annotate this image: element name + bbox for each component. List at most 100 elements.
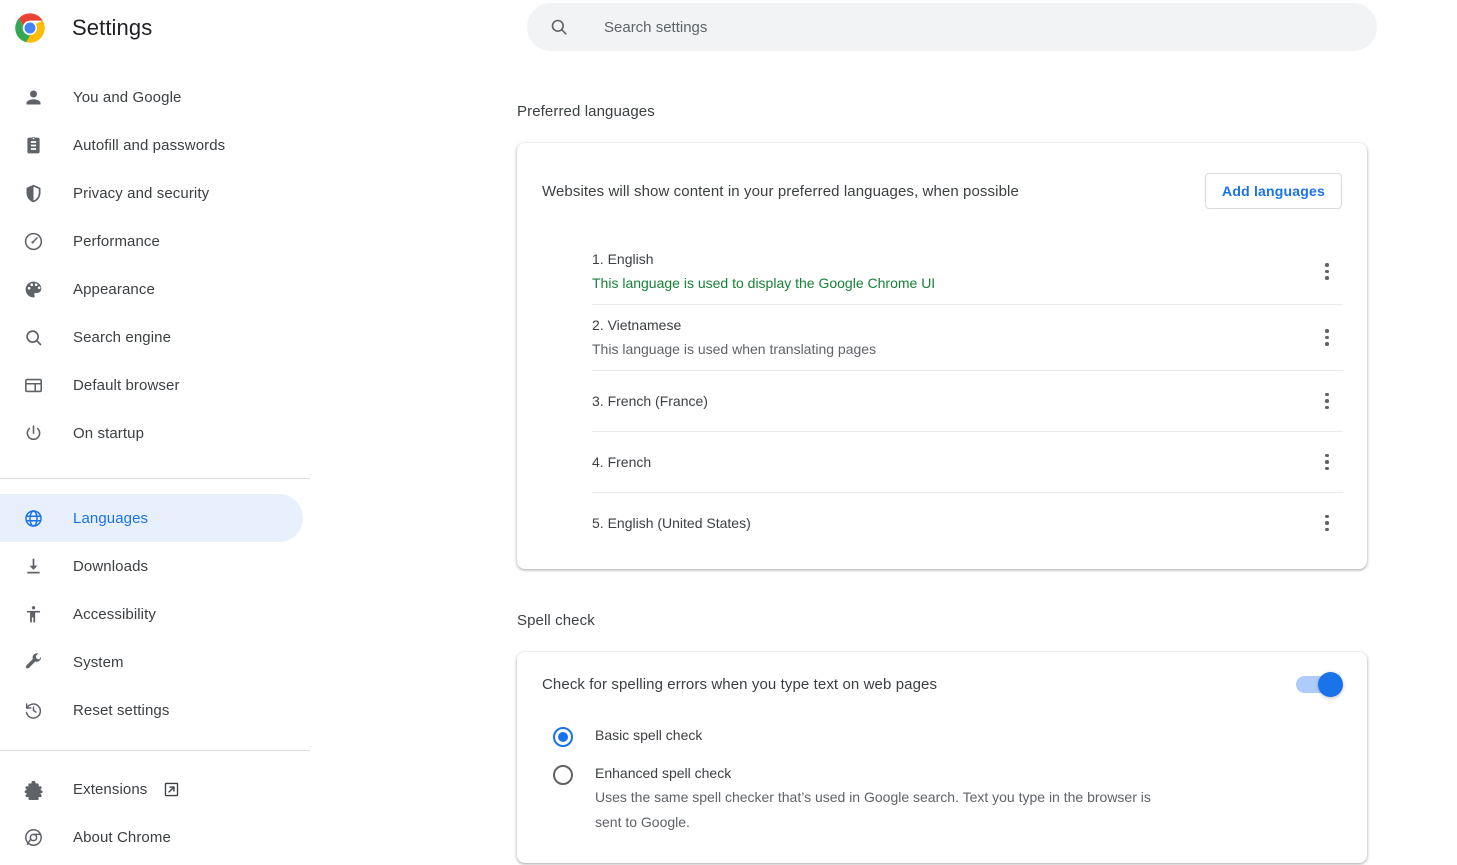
history-restore-icon	[22, 699, 44, 721]
sidebar-item-label: You and Google	[73, 88, 182, 106]
puzzle-icon	[22, 778, 44, 800]
preferred-languages-card: Websites will show content in your prefe…	[517, 143, 1367, 569]
language-row-text: 2. Vietnamese This language is used when…	[592, 305, 876, 370]
sidebar-secondary-group: Languages Downloads Accessibility System	[0, 494, 310, 734]
spell-check-option-basic[interactable]: Basic spell check	[517, 717, 1367, 755]
search-icon	[549, 17, 569, 37]
language-name: 2. Vietnamese	[592, 317, 682, 333]
language-row[interactable]: 2. Vietnamese This language is used when…	[592, 304, 1343, 370]
sidebar-item-default-browser[interactable]: Default browser	[0, 361, 310, 409]
language-name: 1. English	[592, 251, 654, 267]
sidebar-divider-1	[0, 478, 310, 479]
language-name: 4. French	[592, 454, 652, 470]
clipboard-icon	[22, 134, 44, 156]
sidebar-item-on-startup[interactable]: On startup	[0, 409, 310, 457]
spell-check-toggle[interactable]	[1296, 672, 1343, 697]
palette-icon	[22, 278, 44, 300]
sidebar-item-downloads[interactable]: Downloads	[0, 542, 310, 590]
brand-header: Settings	[0, 0, 310, 56]
option-label: Enhanced spell check	[595, 765, 732, 781]
sidebar-item-label: Extensions	[73, 780, 148, 798]
sidebar-item-label: Reset settings	[73, 701, 170, 719]
browser-window-icon	[22, 374, 44, 396]
language-row[interactable]: 5. English (United States)	[592, 492, 1343, 553]
radio-button-basic[interactable]	[553, 727, 573, 747]
sidebar-item-languages[interactable]: Languages	[0, 494, 303, 542]
search-input[interactable]	[602, 17, 1302, 37]
sidebar-item-privacy-and-security[interactable]: Privacy and security	[0, 169, 310, 217]
spell-check-toggle-row[interactable]: Check for spelling errors when you type …	[517, 652, 1367, 717]
sidebar-item-label: Search engine	[73, 328, 172, 346]
preferred-languages-description: Websites will show content in your prefe…	[542, 182, 1019, 200]
sidebar-item-reset-settings[interactable]: Reset settings	[0, 686, 310, 734]
language-row-text: 4. French	[592, 442, 651, 482]
sidebar-item-label: Default browser	[73, 376, 180, 394]
language-name: 5. English (United States)	[592, 515, 751, 531]
person-icon	[22, 86, 44, 108]
option-label: Basic spell check	[595, 727, 703, 743]
shield-icon	[22, 182, 44, 204]
spell-check-options: Basic spell check Enhanced spell check U…	[517, 717, 1367, 863]
sidebar-item-about-chrome[interactable]: About Chrome	[0, 813, 310, 861]
option-description: Uses the same spell checker that’s used …	[595, 789, 1151, 830]
sidebar-item-system[interactable]: System	[0, 638, 310, 686]
preferred-languages-heading: Preferred languages	[517, 103, 655, 120]
sidebar-item-label: Autofill and passwords	[73, 136, 226, 154]
download-icon	[22, 555, 44, 577]
sidebar-item-performance[interactable]: Performance	[0, 217, 310, 265]
more-vertical-icon[interactable]	[1311, 322, 1343, 354]
external-link-icon	[163, 781, 180, 798]
magnifier-icon	[22, 326, 44, 348]
option-body: Enhanced spell check Uses the same spell…	[595, 763, 1175, 835]
sidebar-item-search-engine[interactable]: Search engine	[0, 313, 310, 361]
sidebar-item-appearance[interactable]: Appearance	[0, 265, 310, 313]
sidebar-footer-group: Extensions About Chrome	[0, 765, 310, 861]
sidebar-item-label: System	[73, 653, 124, 671]
sidebar-item-label: Performance	[73, 232, 160, 250]
page-title: Settings	[72, 15, 153, 40]
more-vertical-icon[interactable]	[1311, 446, 1343, 478]
more-vertical-icon[interactable]	[1311, 507, 1343, 539]
spell-check-heading: Spell check	[517, 612, 595, 629]
speedometer-icon	[22, 230, 44, 252]
language-description: This language is used to display the Goo…	[592, 275, 936, 291]
language-list: 1. English This language is used to disp…	[517, 239, 1367, 569]
settings-page: Settings You and Google Autofill and pas…	[0, 0, 1457, 865]
search-settings-bar[interactable]	[527, 3, 1377, 51]
toggle-knob	[1318, 672, 1343, 697]
more-vertical-icon[interactable]	[1311, 256, 1343, 288]
chrome-outline-icon	[22, 826, 44, 848]
language-name: 3. French (France)	[592, 393, 708, 409]
spell-check-option-enhanced[interactable]: Enhanced spell check Uses the same spell…	[517, 755, 1367, 843]
language-row-text: 5. English (United States)	[592, 503, 751, 543]
power-icon	[22, 422, 44, 444]
language-row[interactable]: 1. English This language is used to disp…	[592, 239, 1343, 304]
sidebar-item-extensions[interactable]: Extensions	[0, 765, 310, 813]
spell-check-toggle-label: Check for spelling errors when you type …	[542, 676, 938, 693]
spell-check-card: Check for spelling errors when you type …	[517, 652, 1367, 863]
more-vertical-icon[interactable]	[1311, 385, 1343, 417]
language-description: This language is used when translating p…	[592, 341, 877, 357]
sidebar-item-label: Accessibility	[73, 605, 156, 623]
language-row[interactable]: 4. French	[592, 431, 1343, 492]
sidebar-item-label: On startup	[73, 424, 145, 442]
sidebar-item-label: Privacy and security	[73, 184, 210, 202]
language-row[interactable]: 3. French (France)	[592, 370, 1343, 431]
sidebar-item-accessibility[interactable]: Accessibility	[0, 590, 310, 638]
sidebar-item-you-and-google[interactable]: You and Google	[0, 73, 310, 121]
language-row-text: 1. English This language is used to disp…	[592, 239, 935, 304]
accessibility-icon	[22, 603, 44, 625]
sidebar-item-autofill-and-passwords[interactable]: Autofill and passwords	[0, 121, 310, 169]
sidebar-primary-group: You and Google Autofill and passwords Pr…	[0, 73, 310, 457]
sidebar: Settings You and Google Autofill and pas…	[0, 0, 310, 865]
sidebar-item-label: Downloads	[73, 557, 149, 575]
globe-icon	[22, 507, 44, 529]
option-body: Basic spell check	[595, 725, 702, 746]
sidebar-divider-2	[0, 750, 310, 751]
radio-button-enhanced[interactable]	[553, 765, 573, 785]
sidebar-item-label: Appearance	[73, 280, 155, 298]
preferred-languages-header: Websites will show content in your prefe…	[517, 143, 1367, 239]
sidebar-item-label: Languages	[73, 509, 149, 527]
add-languages-button[interactable]: Add languages	[1205, 173, 1342, 209]
chrome-logo-icon	[14, 12, 46, 44]
